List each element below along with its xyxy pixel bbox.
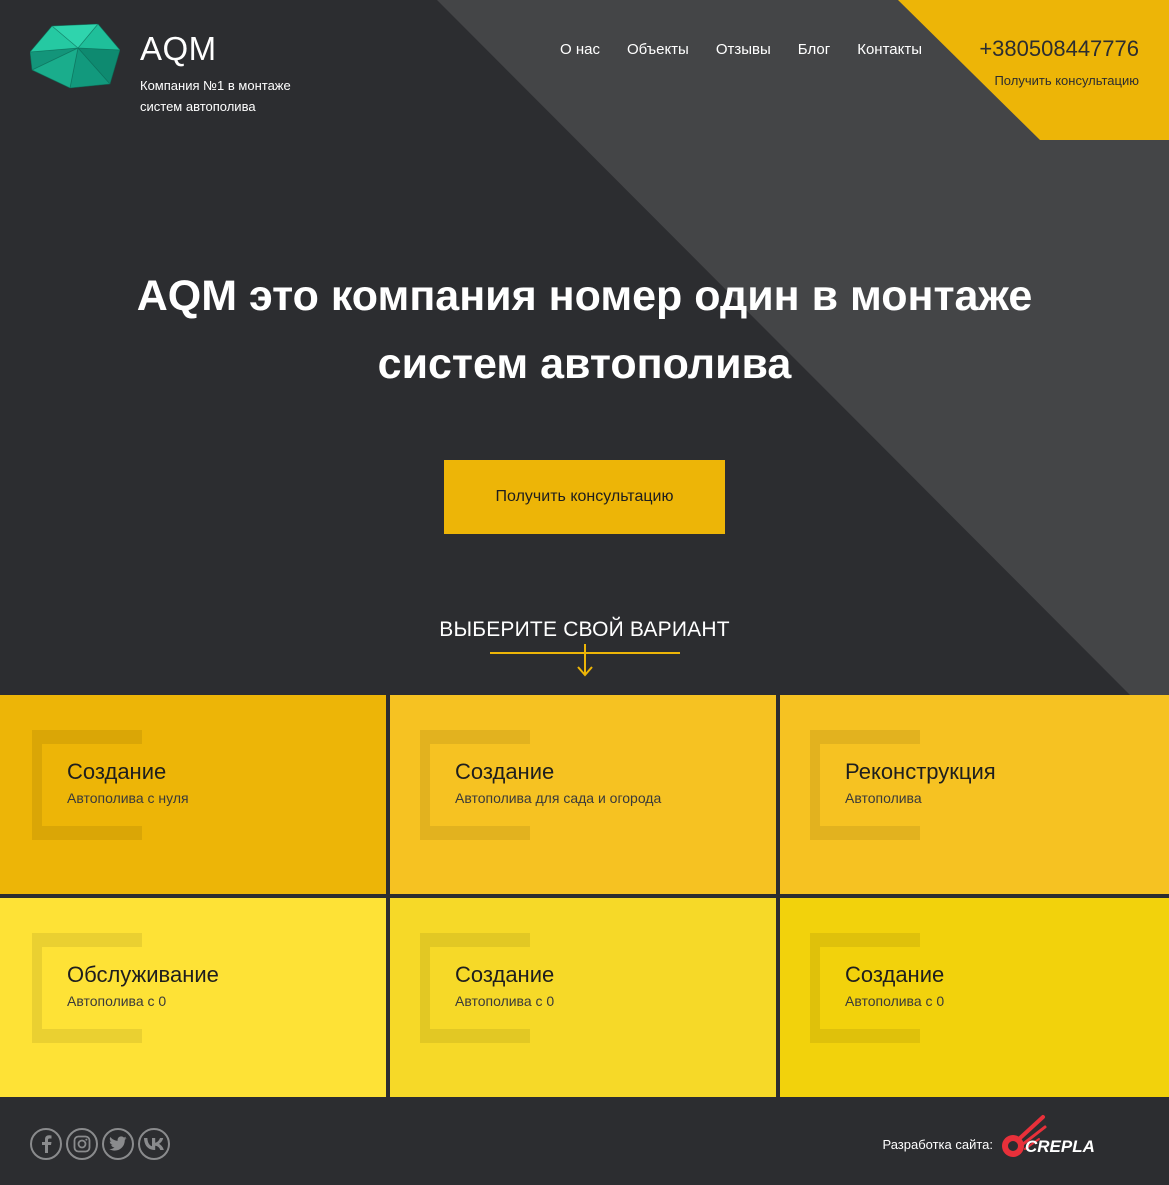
service-card[interactable]: Обслуживание Автополива с 0 (0, 898, 386, 1097)
bracket-icon (32, 730, 142, 840)
service-subtitle: Автополива для сада и огорода (455, 790, 662, 806)
service-title: Создание (67, 759, 167, 784)
vk-icon[interactable] (138, 1128, 170, 1160)
nav-item-blog[interactable]: Блог (798, 41, 830, 58)
service-card[interactable]: Создание Автополива с 0 (780, 898, 1169, 1097)
instagram-icon[interactable] (66, 1128, 98, 1160)
nav-item-objects[interactable]: Объекты (627, 41, 689, 58)
service-subtitle: Автополива с нуля (67, 790, 189, 806)
service-card[interactable]: Реконструкция Автополива (780, 695, 1169, 894)
bracket-icon (420, 730, 530, 840)
arrow-down-icon (577, 644, 593, 677)
service-subtitle: Автополива с 0 (845, 993, 945, 1009)
nav-item-contacts[interactable]: Контакты (857, 41, 922, 58)
service-title: Создание (455, 962, 555, 987)
service-title: Реконструкция (845, 759, 996, 784)
crepla-wordmark: CREPLA (1025, 1137, 1095, 1156)
bracket-icon (32, 933, 142, 1043)
service-title: Создание (455, 759, 555, 784)
logo-icon[interactable] (30, 22, 120, 90)
bracket-icon (810, 933, 920, 1043)
service-title: Обслуживание (67, 962, 219, 987)
social-links (30, 1128, 170, 1160)
service-subtitle: Автополива с 0 (67, 993, 167, 1009)
page-title: AQM это компания номер один в монтаже си… (136, 272, 1033, 388)
footer: Разработка сайта: CREPLA (0, 1097, 1169, 1185)
service-title: Создание (845, 962, 945, 987)
service-card[interactable]: Создание Автополива с 0 (390, 898, 776, 1097)
hero-section: AQM Компания №1 в монтаже систем автопол… (0, 0, 1169, 695)
brand-tagline: Компания №1 в монтаже систем автополива (140, 78, 291, 114)
phone-number[interactable]: +380508447776 (979, 36, 1139, 62)
service-grid: Создание Автополива с нуля Создание Авто… (0, 695, 1169, 1097)
header-consult-link[interactable]: Получить консультацию (994, 73, 1139, 88)
developer-label: Разработка сайта: (882, 1137, 993, 1152)
bracket-icon (420, 933, 530, 1043)
bracket-icon (810, 730, 920, 840)
nav-item-reviews[interactable]: Отзывы (716, 41, 771, 58)
main-nav: О нас Объекты Отзывы Блог Контакты (560, 41, 922, 58)
service-card[interactable]: Создание Автополива для сада и огорода (390, 695, 776, 894)
choose-variant-heading: ВЫБЕРИТЕ СВОЙ ВАРИАНТ (439, 618, 730, 641)
crepla-logo[interactable]: CREPLA (999, 1113, 1111, 1161)
brand-title[interactable]: AQM (140, 30, 217, 68)
twitter-icon[interactable] (102, 1128, 134, 1160)
consult-button[interactable]: Получить консультацию (444, 460, 725, 534)
facebook-icon[interactable] (30, 1128, 62, 1160)
service-card[interactable]: Создание Автополива с нуля (0, 695, 386, 894)
service-subtitle: Автополива с 0 (455, 993, 555, 1009)
nav-item-about[interactable]: О нас (560, 41, 600, 58)
service-subtitle: Автополива (845, 790, 922, 806)
